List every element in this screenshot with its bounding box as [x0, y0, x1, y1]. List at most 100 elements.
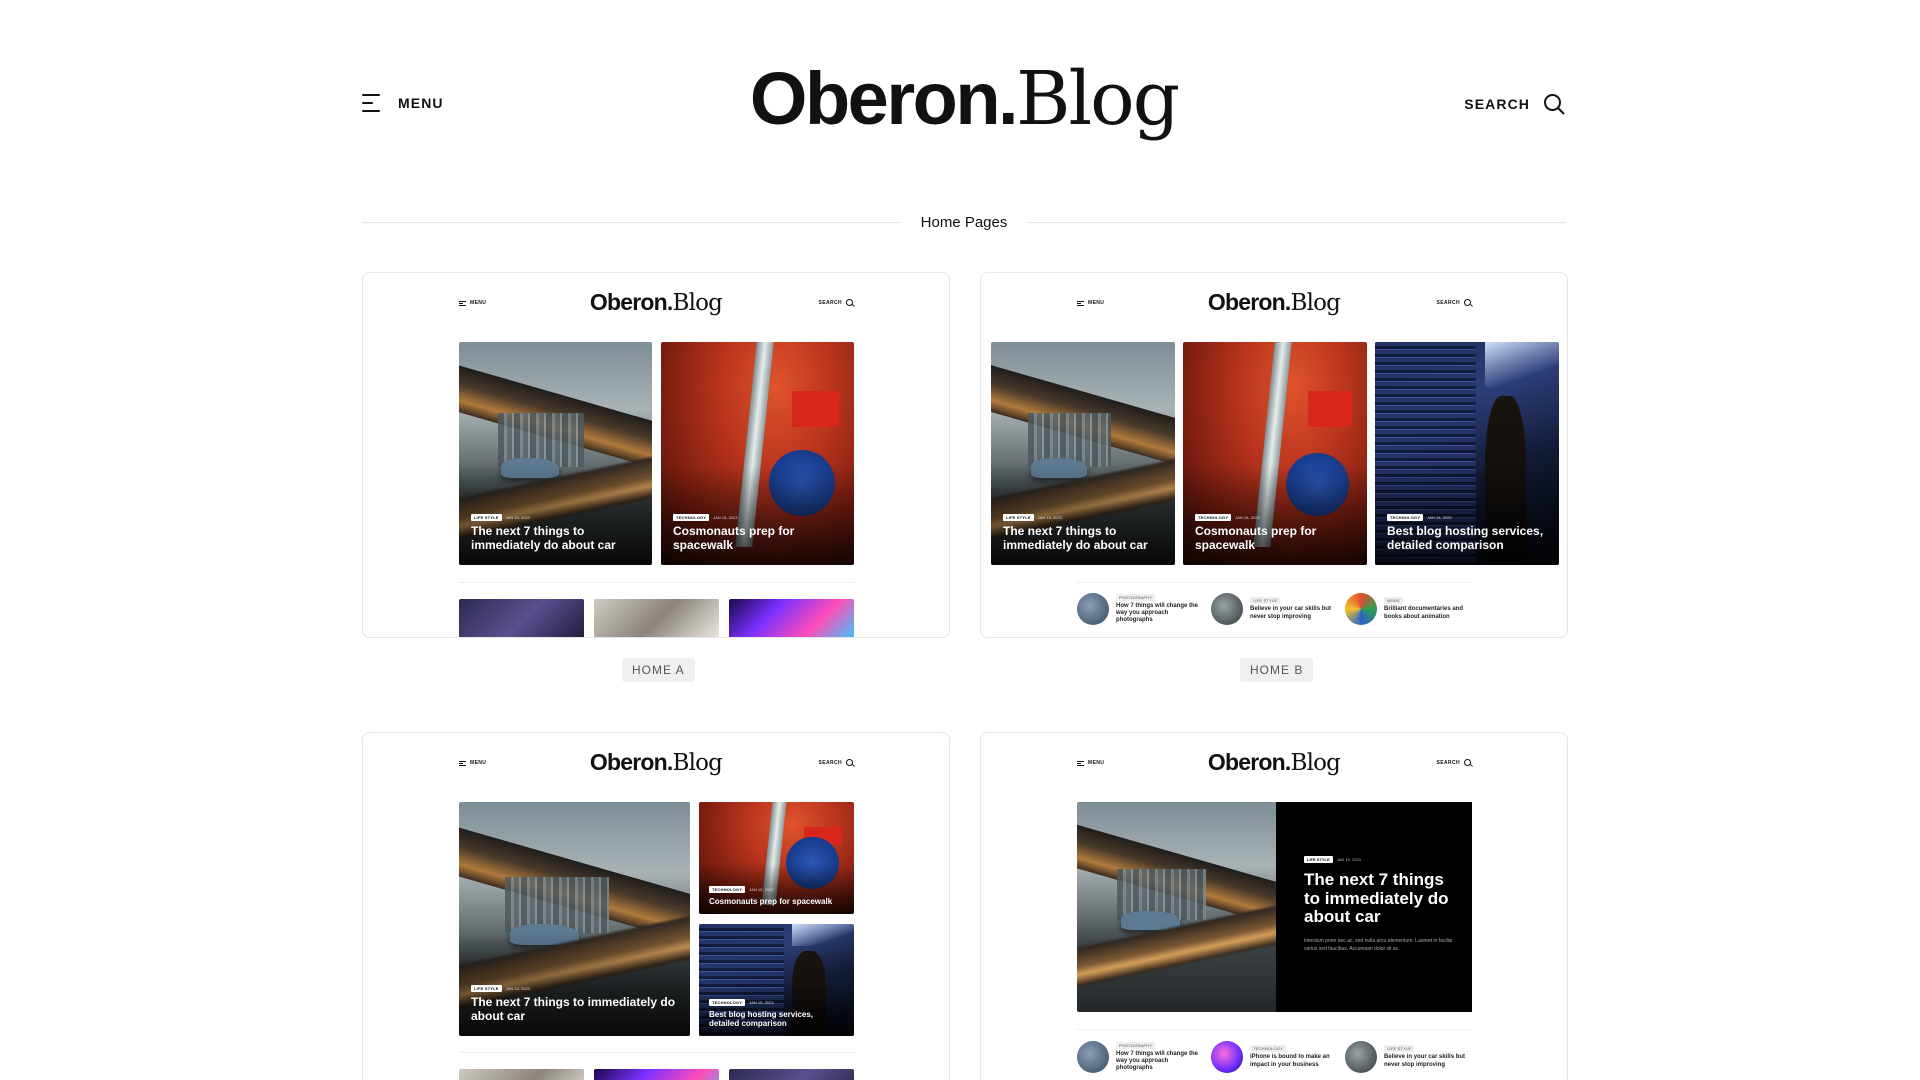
search-button[interactable]: SEARCH [1464, 92, 1566, 116]
list-title: Believe in your car skills but never sto… [1250, 606, 1332, 620]
home-d-preview-card[interactable]: MENU Oberon.Blog SEARCH LIFE STYLE JAN 15… [980, 732, 1568, 1080]
featured-excerpt: Interdum proin nec ac, sed nulla arcu el… [1304, 938, 1453, 953]
mini-logo-bold: Oberon. [1207, 289, 1291, 315]
menu-label: MENU [398, 95, 444, 111]
mini-menu: MENU [459, 760, 486, 766]
menu-button[interactable]: MENU [362, 94, 444, 112]
mini-search-label: SEARCH [818, 299, 842, 306]
list-title: How 7 things will change the way you app… [1116, 602, 1199, 624]
home-c-preview-card[interactable]: MENU Oberon.Blog SEARCH LIFE STYLE JAN 15… [362, 732, 950, 1080]
post-title: Cosmonauts prep for spacewalk [709, 896, 833, 906]
mini-logo-serif: Blog [672, 290, 723, 316]
post-thumbnail [1345, 593, 1377, 625]
mini-logo-bold: Oberon. [1207, 749, 1291, 775]
list-tag: NEWS [1384, 597, 1403, 605]
post-thumbnail [1345, 1041, 1377, 1073]
post-date: JAN 15, 2023 [749, 886, 774, 892]
divider-line-left [362, 221, 901, 223]
post-caption: TECHNOLOGY JAN 15, 2023 Cosmonauts prep f… [1195, 514, 1357, 553]
post-date: JAN 15, 2023 [1235, 515, 1260, 521]
post-caption: LIFE STYLE JAN 15, 2023 The next 7 things… [471, 985, 680, 1024]
mini-search: SEARCH [818, 299, 853, 306]
mini-header: MENU Oberon.Blog SEARCH [459, 751, 853, 777]
list-item: PHOTOGRAPHY How 7 things will change the … [1077, 593, 1201, 625]
post-thumbnail [1211, 1041, 1243, 1073]
mini-header: MENU Oberon.Blog SEARCH [459, 291, 853, 317]
list-title: How 7 things will change the way you app… [1116, 1050, 1199, 1072]
post-date: JAN 15, 2023 [505, 986, 530, 992]
post-date: JAN 15, 2023 [505, 515, 530, 521]
post-image-car: LIFE STYLE JAN 15, 2023 The next 7 things… [459, 342, 652, 565]
post-tag: LIFE STYLE [1304, 856, 1333, 863]
logo-wordmark-bold: Oberon. [749, 57, 1019, 140]
mini-hamburger-icon [1077, 760, 1084, 766]
mini-search: SEARCH [1436, 299, 1471, 306]
post-caption: TECHNOLOGY JAN 15, 2023 Best blog hosting… [1387, 514, 1549, 553]
list-tag: PHOTOGRAPHY [1116, 1041, 1156, 1049]
mini-search: SEARCH [818, 759, 853, 766]
post-tag: TECHNOLOGY [1195, 514, 1232, 522]
post-thumbnail [1077, 593, 1109, 625]
mini-divider [459, 582, 854, 583]
mini-menu-label: MENU [1088, 300, 1105, 306]
post-date: JAN 15, 2023 [713, 515, 738, 521]
hamburger-icon [362, 94, 384, 112]
logo-wordmark-serif: Blog [1016, 56, 1180, 142]
post-caption: LIFE STYLE JAN 15, 2023 The next 7 things… [471, 514, 642, 553]
post-image-car: LIFE STYLE JAN 15, 2023 The next 7 things… [459, 802, 690, 1036]
list-item: LIFE STYLE Believe in your car skills but… [1345, 1041, 1469, 1073]
mini-menu-label: MENU [470, 300, 487, 306]
post-thumbnail [1211, 593, 1243, 625]
list-item: NEWS Brilliant documentaries and books ab… [1345, 593, 1469, 625]
mini-logo-serif: Blog [1290, 290, 1341, 316]
thumbnail-image [594, 599, 719, 637]
post-tag: LIFE STYLE [471, 985, 502, 993]
post-image-nasa: TECHNOLOGY JAN 15, 2023 Cosmonauts prep f… [1183, 342, 1367, 565]
post-caption: TECHNOLOGY JAN 15, 2023 Cosmonauts prep f… [709, 885, 844, 906]
mini-post-list: PHOTOGRAPHY How 7 things will change the … [1077, 1041, 1469, 1073]
post-title: Best blog hosting services, detailed com… [709, 1009, 814, 1028]
thumbnail-image [459, 599, 584, 637]
thumbnail-image [729, 1069, 854, 1080]
mini-header: MENU Oberon.Blog SEARCH [1077, 291, 1471, 317]
thumbnail-image [729, 599, 854, 637]
post-caption: TECHNOLOGY JAN 15, 2023 Best blog hosting… [709, 998, 844, 1028]
post-tag: TECHNOLOGY [673, 514, 710, 522]
post-date: JAN 15, 2023 [1037, 515, 1062, 521]
mini-search-label: SEARCH [818, 759, 842, 766]
mini-search-icon [1464, 299, 1471, 306]
post-image-nasa: TECHNOLOGY JAN 15, 2023 Cosmonauts prep f… [661, 342, 854, 565]
home-a-preview-card[interactable]: MENU Oberon.Blog SEARCH LIFE STYLE JAN 15… [362, 272, 950, 638]
post-title: The next 7 things to immediately do abou… [471, 524, 616, 553]
featured-post-panel: LIFE STYLE JAN 15, 2023 The next 7 things… [1276, 802, 1472, 1012]
list-tag: TECHNOLOGY [1250, 1045, 1287, 1053]
post-caption: TECHNOLOGY JAN 15, 2023 Cosmonauts prep f… [673, 514, 844, 553]
mini-hamburger-icon [459, 760, 466, 766]
post-title: The next 7 things to immediately do abou… [471, 995, 676, 1024]
mini-search-icon [846, 299, 853, 306]
home-b-label[interactable]: HOME B [1240, 658, 1314, 682]
mini-logo-bold: Oberon. [589, 289, 673, 315]
post-image-car: LIFE STYLE JAN 15, 2023 The next 7 things… [991, 342, 1175, 565]
post-image-nasa: TECHNOLOGY JAN 15, 2023 Cosmonauts prep f… [699, 802, 854, 914]
list-tag: PHOTOGRAPHY [1116, 593, 1156, 601]
mini-logo: Oberon.Blog [589, 289, 723, 316]
home-a-label[interactable]: HOME A [622, 658, 695, 682]
list-tag: LIFE STYLE [1384, 1045, 1415, 1053]
home-b-preview-card[interactable]: MENU Oberon.Blog SEARCH LIFE STYLE JAN 15… [980, 272, 1568, 638]
mini-search-label: SEARCH [1436, 299, 1460, 306]
mini-logo-bold: Oberon. [589, 749, 673, 775]
mini-menu: MENU [1077, 760, 1104, 766]
post-title: Cosmonauts prep for spacewalk [1195, 524, 1317, 553]
mini-divider [459, 1052, 854, 1053]
list-title: Brilliant documentaries and books about … [1384, 606, 1464, 620]
post-date: JAN 15, 2023 [1427, 515, 1452, 521]
site-logo[interactable]: Oberon.Blog [750, 62, 1180, 137]
post-tag: TECHNOLOGY [709, 885, 746, 893]
post-date: JAN 15, 2023 [1336, 857, 1361, 862]
post-title: The next 7 things to immediately do abou… [1003, 524, 1148, 553]
search-label: SEARCH [1464, 96, 1530, 112]
list-tag: LIFE STYLE [1250, 597, 1281, 605]
mini-menu-label: MENU [470, 760, 487, 766]
post-title: Best blog hosting services, detailed com… [1387, 524, 1544, 553]
